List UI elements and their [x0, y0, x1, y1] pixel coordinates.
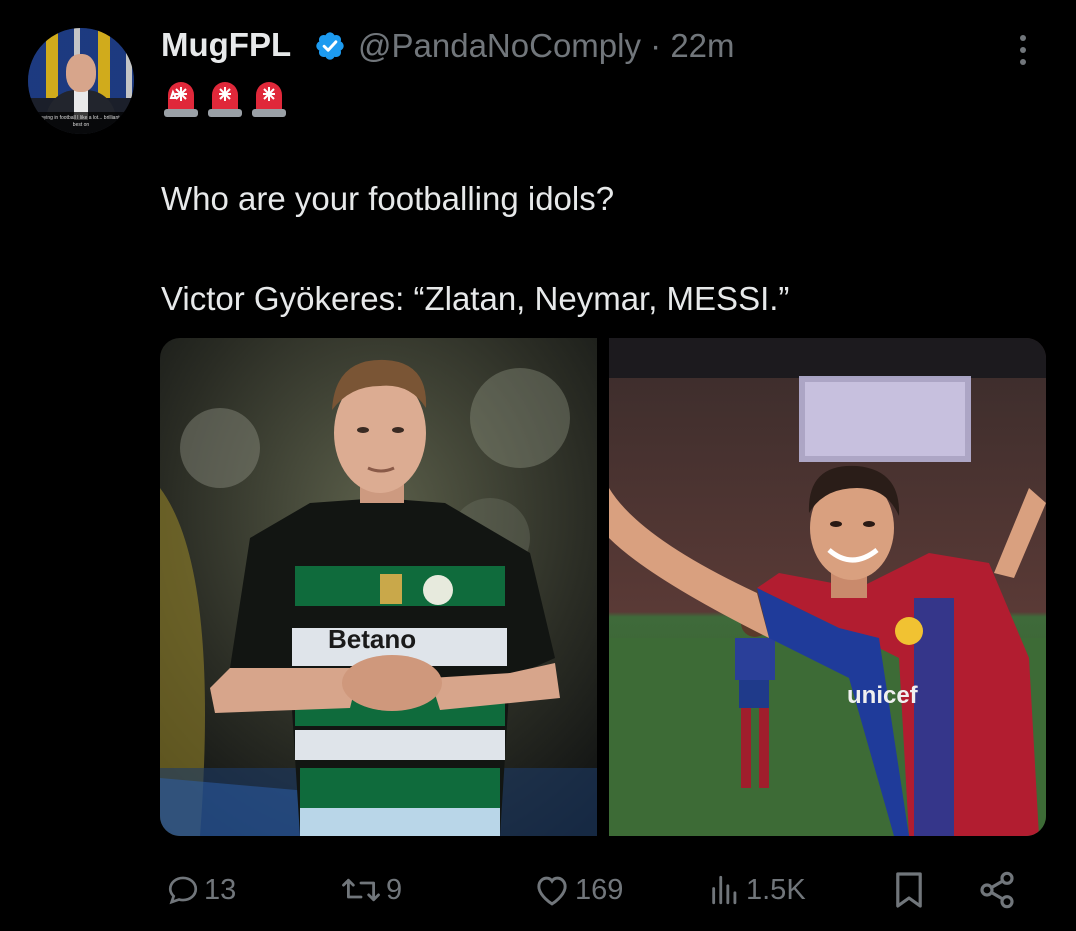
avatar-face	[66, 54, 96, 92]
reply-count: 13	[204, 873, 237, 906]
like-icon	[537, 876, 567, 906]
avatar-caption: re saying in football I like a lot... br…	[28, 112, 134, 134]
siren-icon	[208, 82, 242, 117]
author-handle[interactable]: @PandaNoComply	[358, 27, 641, 64]
share-icon	[980, 871, 1014, 909]
media-divider	[597, 338, 609, 836]
repost-icon	[342, 878, 380, 902]
verified-badge-icon	[316, 32, 344, 60]
repost-button[interactable]: 9	[340, 870, 402, 910]
siren-icon	[164, 82, 198, 117]
siren-icon	[252, 82, 286, 117]
tweet-text-line2: Victor Gyökeres: “Zlatan, Neymar, MESSI.…	[161, 280, 790, 317]
shirt-sponsor-left: Betano	[328, 624, 416, 654]
views-button[interactable]: 1.5K	[708, 870, 806, 910]
like-button[interactable]: 169	[533, 870, 623, 910]
like-count: 169	[575, 873, 624, 906]
separator-dot: ·	[650, 27, 662, 64]
media-image-left[interactable]: Betano	[160, 338, 597, 836]
views-icon	[712, 875, 737, 905]
shirt-sponsor-right: unicef	[847, 682, 919, 709]
reply-icon	[168, 876, 198, 905]
media-image-right[interactable]: unicef	[609, 338, 1046, 836]
more-options-icon[interactable]	[1012, 32, 1034, 68]
post-time[interactable]: 22m	[670, 27, 734, 64]
bookmark-button[interactable]	[893, 870, 925, 910]
view-count: 1.5K	[746, 873, 806, 906]
bookmark-icon	[896, 872, 922, 908]
reply-button[interactable]: 13	[166, 870, 236, 910]
repost-count: 9	[386, 873, 403, 906]
tweet-text-line1: Who are your footballing idols?	[161, 180, 615, 217]
author-handle-time[interactable]: @PandaNoComply · 22m	[358, 27, 735, 65]
share-button[interactable]	[976, 870, 1018, 910]
author-name[interactable]: MugFPL	[161, 26, 291, 64]
author-avatar[interactable]: re saying in football I like a lot... br…	[28, 28, 134, 134]
media-grid[interactable]: Betano unicef	[160, 338, 1046, 836]
